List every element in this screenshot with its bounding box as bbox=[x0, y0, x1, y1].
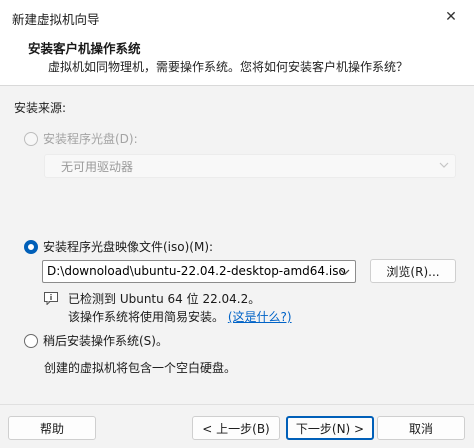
later-description: 创建的虚拟机将包含一个空白硬盘。 bbox=[44, 361, 237, 375]
detected-os-text: 已检测到 Ubuntu 64 位 22.04.2。 bbox=[68, 292, 261, 306]
help-button[interactable]: 帮助 bbox=[8, 416, 96, 440]
browse-button[interactable]: 浏览(R)... bbox=[370, 259, 456, 283]
wizard-header: 安装客户机操作系统 虚拟机如同物理机，需要操作系统。您将如何安装客户机操作系统？ bbox=[0, 34, 474, 86]
cancel-button[interactable]: 取消 bbox=[377, 416, 465, 440]
drive-select-value: 无可用驱动器 bbox=[61, 160, 134, 174]
easy-install-text: 该操作系统将使用简易安装。 bbox=[68, 310, 225, 324]
title-bar: 新建虚拟机向导 ✕ bbox=[0, 0, 474, 34]
window-title: 新建虚拟机向导 bbox=[12, 12, 100, 27]
iso-path-value: D:\downoload\ubuntu-22.04.2-desktop-amd6… bbox=[47, 264, 346, 278]
what-is-this-link[interactable]: (这是什么?) bbox=[228, 310, 292, 324]
page-subtitle: 虚拟机如同物理机，需要操作系统。您将如何安装客户机操作系统？ bbox=[48, 60, 409, 74]
chevron-down-icon bbox=[439, 162, 449, 168]
close-button[interactable]: ✕ bbox=[428, 0, 474, 34]
radio-option-disc[interactable]: 安装程序光盘(D): bbox=[24, 130, 138, 147]
iso-radio[interactable] bbox=[24, 239, 38, 254]
radio-option-later[interactable]: 稍后安装操作系统(S)。 bbox=[24, 332, 168, 349]
footer-divider bbox=[0, 404, 474, 405]
later-radio-label: 稍后安装操作系统(S)。 bbox=[43, 334, 168, 348]
disc-radio-label: 安装程序光盘(D): bbox=[43, 132, 138, 146]
chevron-down-icon[interactable] bbox=[340, 267, 350, 277]
page-title: 安装客户机操作系统 bbox=[28, 41, 141, 56]
info-icon bbox=[44, 292, 58, 305]
iso-radio-label: 安装程序光盘映像文件(iso)(M): bbox=[43, 240, 214, 254]
iso-path-combobox[interactable]: D:\downoload\ubuntu-22.04.2-desktop-amd6… bbox=[42, 260, 356, 283]
install-source-label: 安装来源: bbox=[14, 101, 67, 115]
easy-install-note: 该操作系统将使用简易安装。 (这是什么?) bbox=[68, 308, 292, 325]
back-button[interactable]: < 上一步(B) bbox=[192, 416, 280, 440]
close-icon: ✕ bbox=[445, 9, 457, 25]
later-radio[interactable] bbox=[24, 333, 38, 348]
next-button[interactable]: 下一步(N) > bbox=[286, 416, 374, 440]
radio-option-iso[interactable]: 安装程序光盘映像文件(iso)(M): bbox=[24, 238, 213, 255]
drive-select[interactable]: 无可用驱动器 bbox=[44, 154, 456, 178]
disc-radio[interactable] bbox=[24, 131, 38, 146]
